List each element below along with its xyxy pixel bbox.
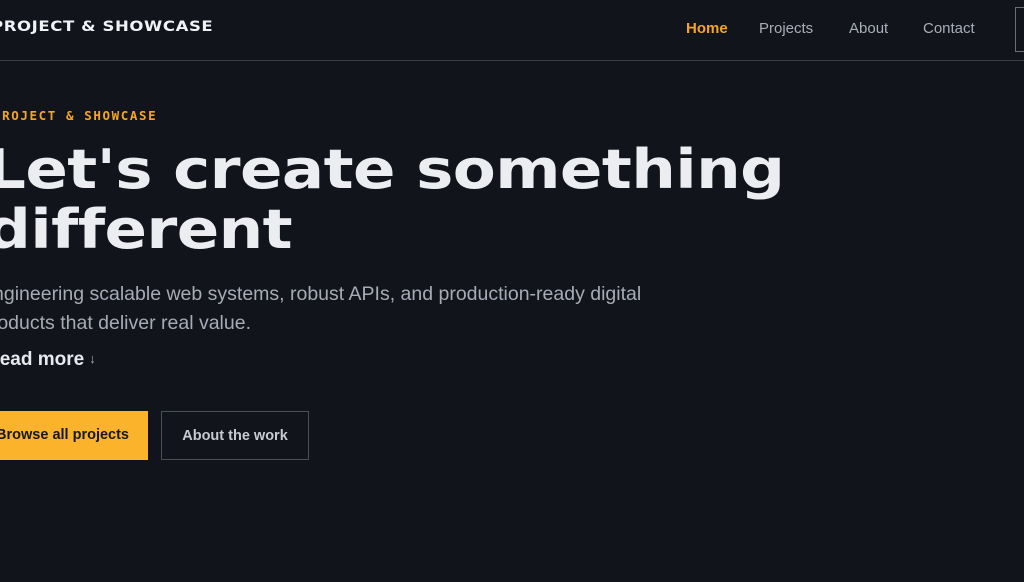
nav-link-contact[interactable]: Contact [923, 20, 975, 37]
browse-projects-button[interactable]: Browse all projects [0, 411, 148, 460]
hero-headline-line2: different [0, 198, 293, 261]
navbar: PROJECT & SHOWCASE Home Projects About C… [0, 0, 1024, 61]
about-work-button[interactable]: About the work [161, 411, 309, 460]
nav-link-about[interactable]: About [849, 20, 888, 37]
page: PROJECT & SHOWCASE Home Projects About C… [0, 0, 1024, 582]
read-more-link[interactable]: Read more ↓ [0, 349, 96, 371]
hero-eyebrow: PROJECT & SHOWCASE [0, 108, 158, 123]
nav-link-projects[interactable]: Projects [759, 20, 813, 37]
hero-headline: Let's create something different [0, 138, 785, 261]
arrow-down-icon: ↓ [89, 351, 96, 366]
read-more-label: Read more [0, 349, 85, 370]
nav-links: Home Projects About Contact [0, 20, 1024, 40]
nav-cta-button[interactable] [1015, 7, 1024, 52]
hero-headline-line1: Let's create something [0, 138, 785, 201]
nav-link-home[interactable]: Home [686, 20, 728, 37]
hero-description: Engineering scalable web systems, robust… [0, 283, 642, 334]
